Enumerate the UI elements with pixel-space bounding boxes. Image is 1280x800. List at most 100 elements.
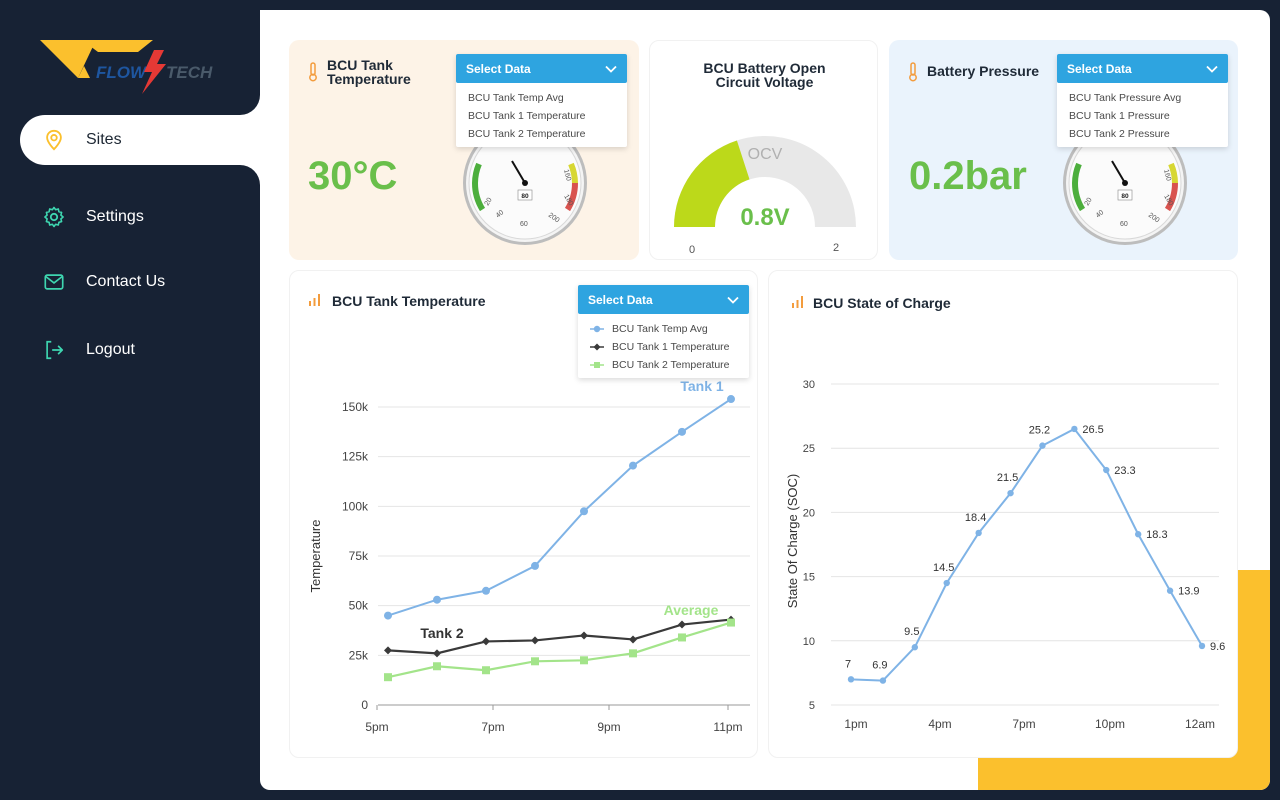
data-point [847, 676, 855, 683]
dropdown-option[interactable]: BCU Tank Pressure Avg [1069, 89, 1216, 107]
card-title-line2: Circuit Voltage [715, 74, 814, 90]
data-point [433, 649, 441, 658]
dropdown-label: Select Data [588, 292, 653, 307]
gear-icon [42, 205, 66, 229]
logo-text-left: FLOW [96, 63, 148, 82]
dropdown-option[interactable]: BCU Tank 2 Temperature [590, 356, 737, 374]
card-title: BCU Tank Temperature [327, 58, 411, 86]
data-point [531, 657, 539, 666]
thermometer-icon [909, 62, 917, 82]
x-tick-label: 4pm [928, 717, 951, 731]
legend-marker-circle [590, 325, 604, 333]
card-title-line1: BCU Tank [327, 57, 393, 73]
chevron-down-icon [605, 65, 617, 73]
dropdown-option[interactable]: BCU Tank 1 Pressure [1069, 107, 1216, 125]
gauge-tick-label: 60 [1120, 221, 1128, 228]
data-point [580, 631, 588, 640]
ocv-min-label: 0 [689, 244, 695, 256]
data-point [531, 636, 539, 645]
dropdown-option[interactable]: BCU Tank 2 Pressure [1069, 125, 1216, 143]
dropdown-option[interactable]: BCU Tank Temp Avg [468, 89, 615, 107]
temperature-chart-card: BCU Tank Temperature Temperature 0 25k 50k… [289, 270, 758, 758]
dropdown-label: Select Data [1067, 61, 1132, 76]
x-tick-label: 1pm [844, 717, 867, 731]
y-axis-label: Temperature [308, 520, 323, 593]
data-point [629, 649, 637, 658]
flowtech-logo[interactable]: FLOW TECH [38, 38, 213, 100]
data-point [482, 586, 490, 595]
dropdown-label: Select Data [466, 61, 531, 76]
nav-item-sites[interactable]: Sites [20, 115, 260, 165]
data-point [727, 618, 735, 627]
nav-label-contact-us: Contact Us [86, 273, 166, 290]
data-point [678, 620, 686, 629]
y-tick-label: 30 [803, 379, 815, 391]
pressure-value: 0.2bar [909, 154, 1027, 198]
chevron-down-icon [1206, 65, 1218, 73]
data-point [911, 644, 919, 651]
data-point [975, 529, 982, 537]
y-tick-label: 20 [803, 507, 815, 519]
dropdown-option-label: BCU Tank 2 Temperature [612, 359, 730, 371]
data-label: 25.2 [1029, 425, 1050, 437]
data-label: 13.9 [1178, 586, 1199, 598]
gauge-center-readout: 80 [521, 193, 529, 200]
data-point [678, 427, 686, 436]
card-title: BCU Battery Open Circuit Voltage [650, 61, 879, 89]
dropdown-header[interactable]: Select Data [1057, 54, 1228, 83]
logo-text-right: TECH [166, 63, 213, 82]
legend-marker-diamond [590, 343, 604, 351]
nav-item-contact-us[interactable]: Contact Us [20, 257, 260, 307]
data-point [1071, 425, 1078, 433]
data-point [1007, 489, 1014, 497]
ocv-value: 0.8V [740, 204, 789, 231]
pressure-select-dropdown[interactable]: Select Data BCU Tank Pressure Avg BCU Ta… [1057, 54, 1228, 147]
nav-item-settings[interactable]: Settings [20, 192, 260, 242]
data-point [1198, 642, 1206, 650]
data-point [580, 656, 588, 665]
soc-line-chart: State Of Charge (SOC) 5 10 15 20 25 30 1pm 4pm 7… [785, 379, 1225, 731]
y-tick-label: 75k [349, 549, 369, 563]
dropdown-option[interactable]: BCU Tank 1 Temperature [590, 338, 737, 356]
y-tick-label: 150k [342, 400, 369, 414]
data-point [482, 637, 490, 646]
dropdown-header[interactable]: Select Data [456, 54, 627, 83]
data-label: 18.3 [1146, 529, 1167, 541]
temperature-value: 30°C [308, 154, 398, 198]
thermometer-icon [309, 62, 317, 82]
data-point [629, 461, 637, 470]
data-label: 23.3 [1114, 465, 1135, 477]
dropdown-option[interactable]: BCU Tank 1 Temperature [468, 107, 615, 125]
series-annotation-tank-1: Tank 1 [680, 378, 724, 394]
temp-chart-select-dropdown[interactable]: Select Data BCU Tank Temp Avg BCU Tank 1… [578, 285, 749, 378]
data-point [384, 673, 392, 682]
data-point [1166, 587, 1174, 594]
dropdown-header[interactable]: Select Data [578, 285, 749, 314]
data-label: 26.5 [1082, 424, 1103, 436]
y-tick-label: 25k [349, 648, 369, 662]
data-point [433, 662, 441, 671]
location-pin-icon [42, 128, 66, 152]
dashboard-main: BCU Tank Temperature 30°C 20 40 60 160 1… [260, 10, 1270, 790]
dropdown-options: BCU Tank Pressure Avg BCU Tank 1 Pressur… [1057, 83, 1228, 147]
data-point [727, 395, 735, 404]
tank-temp-select-dropdown[interactable]: Select Data BCU Tank Temp Avg BCU Tank 1… [456, 54, 627, 147]
data-point [1134, 531, 1142, 538]
legend-marker-square [590, 362, 604, 368]
y-tick-label: 10 [803, 636, 815, 648]
nav-label-logout: Logout [86, 341, 135, 358]
y-tick-label: 0 [361, 698, 368, 712]
y-tick-label: 5 [809, 700, 815, 712]
lightning-bolt-icon [142, 50, 166, 94]
dropdown-option[interactable]: BCU Tank 2 Temperature [468, 125, 615, 143]
data-point [1039, 442, 1046, 449]
x-tick-label: 7pm [481, 720, 504, 734]
sidebar: FLOW TECH Sites Settings Contact Us Logo… [0, 0, 260, 800]
dropdown-option[interactable]: BCU Tank Temp Avg [590, 320, 737, 338]
ocv-gauge-label: OCV [748, 146, 783, 163]
data-point [433, 595, 441, 604]
x-tick-label: 7pm [1012, 717, 1035, 731]
series-annotation-average: Average [664, 602, 719, 618]
data-point [384, 646, 392, 655]
nav-item-logout[interactable]: Logout [20, 325, 260, 375]
